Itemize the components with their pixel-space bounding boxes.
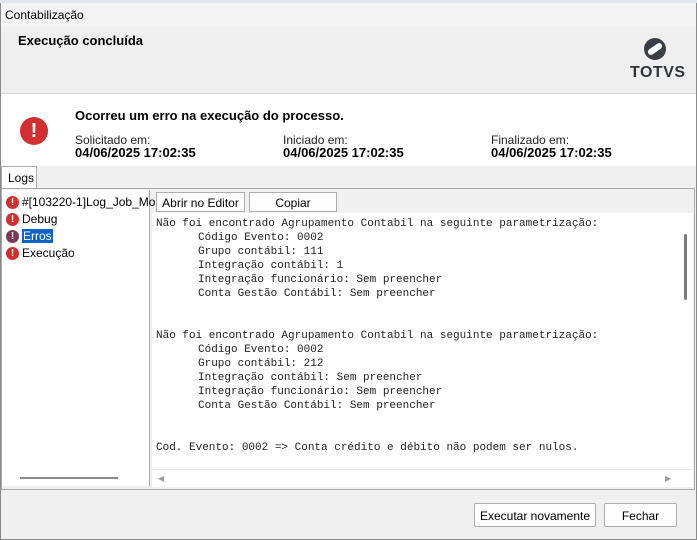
tree-item-execucao[interactable]: ! Execução (6, 245, 75, 261)
close-label: Fechar (621, 509, 660, 523)
totvs-logo: TOTVS (630, 36, 686, 84)
error-message: Ocorreu um erro na execução do processo. (75, 108, 344, 123)
totvs-logo-icon (644, 38, 666, 60)
totvs-logo-text: TOTVS (630, 64, 686, 81)
requested-value: 04/06/2025 17:02:35 (75, 145, 196, 160)
finished-value: 04/06/2025 17:02:35 (491, 145, 612, 160)
copy-label: Copiar (275, 196, 311, 210)
log-line: Código Evento: 0002 (198, 344, 324, 356)
run-again-button[interactable]: Executar novamente (474, 503, 596, 527)
log-vertical-scrollbar[interactable] (684, 234, 687, 300)
log-horizontal-scrollbar[interactable]: ◀ ▶ (152, 470, 693, 487)
scroll-right-icon[interactable]: ▶ (665, 474, 671, 483)
tree-item-job-log[interactable]: ! #[103220-1]Log_Job_Mon (6, 194, 162, 210)
log-line: Integração funcionário: Sem preencher (198, 274, 443, 286)
tree-item-label: #[103220-1]Log_Job_Mon (22, 195, 163, 209)
log-line: Conta Gestão Contábil: Sem preencher (198, 400, 436, 412)
error-icon: ! (6, 212, 19, 226)
tab-logs-label: Logs (8, 171, 35, 185)
started-value: 04/06/2025 17:02:35 (283, 145, 404, 160)
log-line: Cod. Evento: 0002 => Conta crédito e déb… (156, 442, 579, 454)
tab-logs[interactable]: Logs (1, 166, 37, 189)
log-line: Não foi encontrado Agrupamento Contabil … (156, 218, 599, 230)
error-icon: ! (6, 195, 19, 209)
close-button[interactable]: Fechar (604, 503, 677, 527)
copy-button[interactable]: Copiar (249, 192, 337, 212)
log-text-area[interactable]: Não foi encontrado Agrupamento Contabil … (152, 213, 693, 469)
scroll-left-icon[interactable]: ◀ (158, 474, 164, 483)
window-title: Contabilização (5, 8, 84, 22)
log-line: Grupo contábil: 111 (198, 246, 324, 258)
tree-item-erros[interactable]: ! Erros (6, 228, 53, 244)
log-line: Não foi encontrado Agrupamento Contabil … (156, 330, 599, 342)
tree-item-label: Erros (22, 229, 53, 243)
log-line: Grupo contábil: 212 (198, 358, 324, 370)
run-again-label: Executar novamente (479, 509, 591, 523)
tree-horizontal-scrollbar[interactable] (20, 477, 118, 479)
title-bar[interactable]: Contabilização (1, 3, 696, 27)
error-icon: ! (6, 246, 19, 260)
header-title: Execução concluída (18, 33, 143, 48)
log-tree[interactable]: ! #[103220-1]Log_Job_Mon ! Debug ! Erros… (2, 190, 162, 486)
open-in-editor-label: Abrir no Editor (162, 196, 239, 210)
error-icon: ! (6, 229, 19, 243)
log-line: Integração funcionário: Sem preencher (198, 386, 443, 398)
log-line: Conta Gestão Contábil: Sem preencher (198, 288, 436, 300)
tree-item-label: Debug (22, 212, 58, 226)
tree-item-label: Execução (22, 246, 75, 260)
tree-item-debug[interactable]: ! Debug (6, 211, 57, 227)
log-line: Integração contábil: Sem preencher (198, 372, 423, 384)
log-line: Código Evento: 0002 (198, 232, 324, 244)
open-in-editor-button[interactable]: Abrir no Editor (156, 192, 245, 212)
error-icon: ! (20, 117, 48, 145)
log-line: Integração contábil: 1 (198, 260, 344, 272)
